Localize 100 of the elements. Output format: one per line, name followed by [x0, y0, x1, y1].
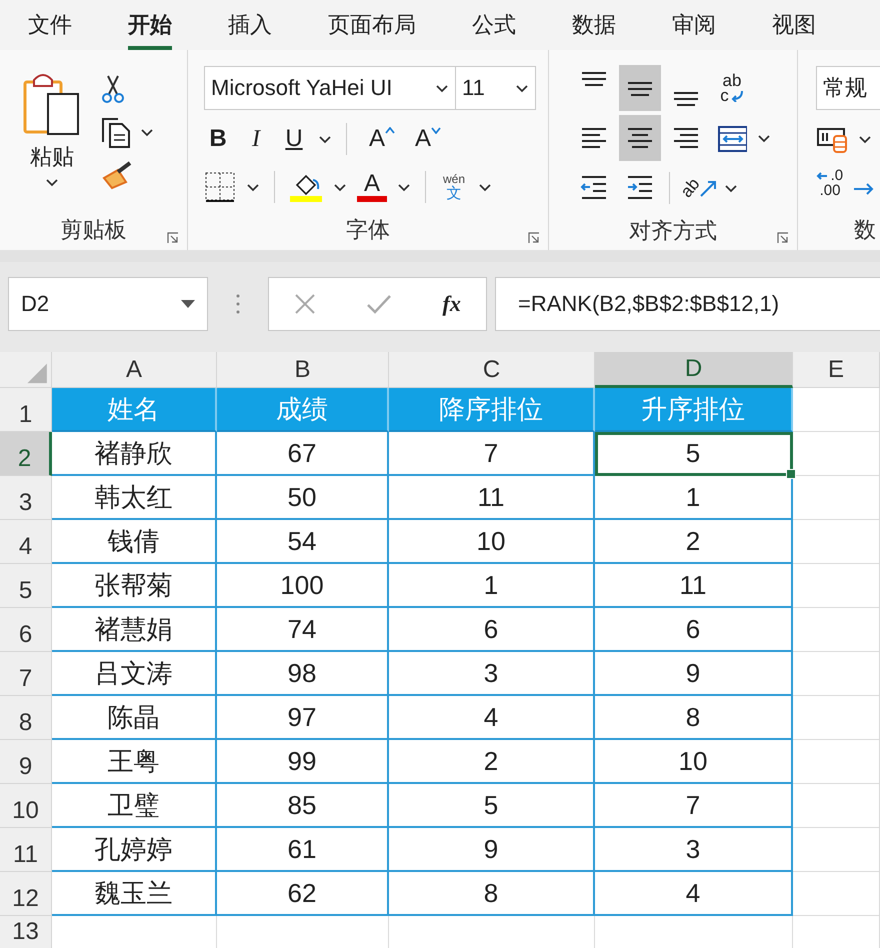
caret-icon[interactable]	[478, 182, 492, 192]
row-header[interactable]: 11	[0, 828, 52, 872]
table-cell: 1	[595, 476, 793, 520]
grow-font-button[interactable]: A	[369, 125, 397, 153]
scissors-icon[interactable]	[100, 74, 126, 104]
ribbon-tab[interactable]: 数据	[544, 0, 644, 50]
table-cell: 61	[217, 828, 389, 872]
table-cell: 3	[595, 828, 793, 872]
align-center-button[interactable]	[619, 115, 661, 161]
column-heading: 升序排位	[595, 388, 793, 432]
wrap-text-button[interactable]: ab c	[711, 65, 753, 111]
column-header[interactable]: E	[793, 352, 880, 388]
row-header[interactable]: 2	[0, 432, 52, 476]
row-header[interactable]: 9	[0, 740, 52, 784]
caret-icon[interactable]	[397, 182, 411, 192]
column-header[interactable]: A	[52, 352, 217, 388]
middle-align-button[interactable]	[619, 65, 661, 111]
paste-button[interactable]: 粘贴	[22, 70, 82, 210]
copy-button[interactable]	[100, 116, 154, 148]
table-cell: 6	[595, 608, 793, 652]
font-color-button[interactable]: A	[357, 172, 387, 202]
ribbon-tab[interactable]: 插入	[200, 0, 300, 50]
italic-button[interactable]: I	[242, 126, 270, 152]
table-cell: 王粤	[52, 740, 217, 784]
column-header[interactable]: C	[389, 352, 595, 388]
borders-icon[interactable]	[204, 171, 236, 203]
font-size-dropdown[interactable]: 11	[456, 66, 536, 110]
wrap-arrow-icon[interactable]	[730, 90, 744, 102]
table-cell: 10	[389, 520, 595, 564]
caret-up-icon[interactable]	[385, 127, 396, 134]
number-format-dropdown[interactable]: 常规	[816, 66, 880, 110]
table-cell: 吕文涛	[52, 652, 217, 696]
font-name-dropdown[interactable]: Microsoft YaHei UI	[204, 66, 456, 110]
caret-icon[interactable]	[724, 184, 738, 192]
top-align-icon	[579, 71, 609, 87]
ribbon-tab[interactable]: 公式	[444, 0, 544, 50]
table-cell: 陈晶	[52, 696, 217, 740]
table-cell: 张帮菊	[52, 564, 217, 608]
table-cell: 5	[595, 432, 793, 476]
table-cell: 孔婷婷	[52, 828, 217, 872]
diagonal-arrow-icon[interactable]	[699, 178, 718, 198]
orientation-button[interactable]: ab	[678, 165, 720, 211]
row-header[interactable]: 13	[0, 916, 52, 948]
table-cell: 卫璧	[52, 784, 217, 828]
table-cell: 85	[217, 784, 389, 828]
caret-icon[interactable]	[318, 134, 332, 144]
table-cell: 98	[217, 652, 389, 696]
table-cell: 62	[217, 872, 389, 916]
caret-icon[interactable]	[333, 182, 347, 192]
table-cell: 100	[217, 564, 389, 608]
group-label: 对齐方式	[629, 217, 717, 245]
left-arrow-icon[interactable]	[816, 170, 828, 180]
row-header[interactable]: 10	[0, 784, 52, 828]
ribbon-tab[interactable]: 页面布局	[300, 0, 444, 50]
caret-icon	[515, 84, 529, 92]
dialog-launcher-icon[interactable]	[167, 232, 179, 244]
column-header[interactable]: D	[595, 352, 793, 388]
table-cell: 6	[389, 608, 595, 652]
table-cell: 褚慧娟	[52, 608, 217, 652]
table-cell: 74	[217, 608, 389, 652]
row-header[interactable]: 4	[0, 520, 52, 564]
underline-button[interactable]: U	[280, 125, 308, 153]
row-header[interactable]: 12	[0, 872, 52, 916]
bold-button[interactable]: B	[204, 125, 232, 153]
formula-field[interactable]: =RANK(B2,$B$2:$B$12,1)	[495, 277, 880, 331]
caret-icon[interactable]	[858, 134, 872, 144]
table-cell: 3	[389, 652, 595, 696]
insert-function-button[interactable]: fx	[442, 291, 461, 317]
paintbrush-icon[interactable]	[100, 160, 134, 190]
shrink-font-button[interactable]: A	[415, 125, 443, 153]
drag-handle-icon[interactable]	[236, 294, 240, 314]
name-box[interactable]: D2	[8, 277, 208, 331]
group-label: 字体	[346, 216, 390, 244]
table-cell: 1	[389, 564, 595, 608]
caret-icon[interactable]	[757, 134, 771, 142]
phonetic-button[interactable]: wén 文	[440, 172, 468, 202]
column-header[interactable]: B	[217, 352, 389, 388]
caret-icon[interactable]	[246, 182, 260, 192]
row-header[interactable]: 5	[0, 564, 52, 608]
table-cell: 魏玉兰	[52, 872, 217, 916]
table-cell: 97	[217, 696, 389, 740]
row-header[interactable]: 8	[0, 696, 52, 740]
table-cell: 8	[595, 696, 793, 740]
group-label: 剪贴板	[60, 216, 126, 244]
dialog-launcher-icon[interactable]	[777, 232, 789, 244]
caret-icon	[140, 128, 154, 136]
row-header[interactable]: 7	[0, 652, 52, 696]
ribbon-tab[interactable]: 文件	[0, 0, 100, 50]
copy-icon	[100, 116, 132, 148]
checkmark-icon[interactable]	[366, 293, 392, 315]
caret-down-icon[interactable]	[431, 127, 442, 134]
caret-icon	[435, 84, 449, 92]
dialog-launcher-icon[interactable]	[528, 232, 540, 244]
ribbon-tab[interactable]: 审阅	[644, 0, 744, 50]
row-header[interactable]: 1	[0, 388, 52, 432]
fill-handle[interactable]	[786, 469, 796, 479]
decrease-decimal-button[interactable]: .0 .00	[816, 168, 844, 198]
ribbon-tab[interactable]: 视图	[744, 0, 844, 50]
row-header[interactable]: 6	[0, 608, 52, 652]
row-header[interactable]: 3	[0, 476, 52, 520]
